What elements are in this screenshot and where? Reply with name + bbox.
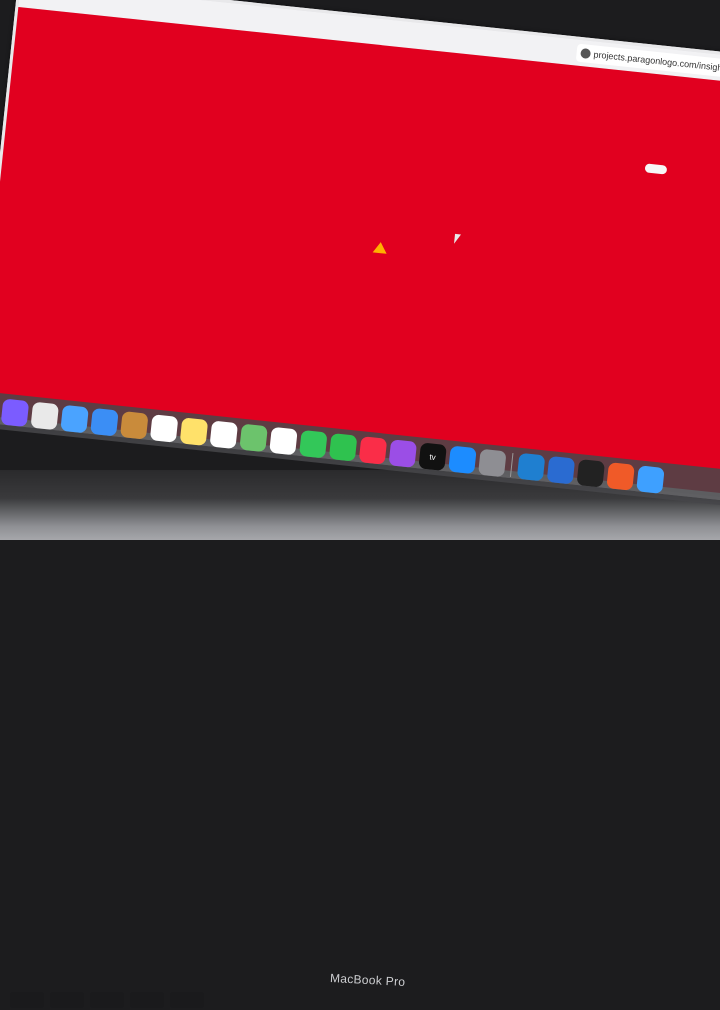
reminders-icon[interactable]: [209, 420, 239, 450]
photos-icon[interactable]: [269, 426, 298, 456]
white-pill-element: [644, 163, 668, 175]
siri-icon[interactable]: [0, 398, 30, 428]
key: [50, 992, 84, 1008]
dock-separator: [509, 453, 514, 478]
xcode-icon[interactable]: [546, 455, 576, 485]
key: [170, 992, 204, 1008]
warning-icon: [372, 241, 388, 254]
maps-icon[interactable]: [239, 423, 268, 453]
keyboard-keys: [0, 988, 720, 1010]
apple-tv-label: tv: [429, 451, 437, 462]
folder-icon[interactable]: [636, 465, 665, 494]
messages-icon[interactable]: [298, 429, 328, 459]
lock-icon: [580, 48, 592, 60]
music-icon[interactable]: [358, 436, 388, 465]
safari-icon[interactable]: [60, 404, 89, 434]
apple-tv-icon[interactable]: tv: [418, 442, 447, 472]
mail-icon[interactable]: [90, 407, 119, 437]
screen-wrap: projects.paragonlogo.com/insigh tv: [0, 0, 720, 612]
key: [10, 992, 44, 1008]
podcasts-icon[interactable]: [388, 439, 418, 468]
contacts-icon[interactable]: [119, 411, 149, 440]
laptop-brand-label: MacBook Pro: [329, 971, 406, 989]
system-preferences-icon[interactable]: [478, 448, 507, 478]
key: [130, 992, 164, 1008]
vscode-icon[interactable]: [516, 452, 546, 482]
notes-icon[interactable]: [179, 417, 209, 446]
launchpad-icon[interactable]: [30, 401, 60, 431]
key: [90, 992, 124, 1008]
calendar-icon[interactable]: [149, 414, 179, 443]
laptop-screen: projects.paragonlogo.com/insigh tv: [0, 0, 720, 508]
app-store-icon[interactable]: [448, 445, 477, 475]
facetime-icon[interactable]: [328, 433, 358, 462]
mouse-cursor-icon: [454, 233, 462, 245]
terminal-icon[interactable]: [576, 459, 606, 488]
app-icon-orange[interactable]: [606, 462, 635, 491]
